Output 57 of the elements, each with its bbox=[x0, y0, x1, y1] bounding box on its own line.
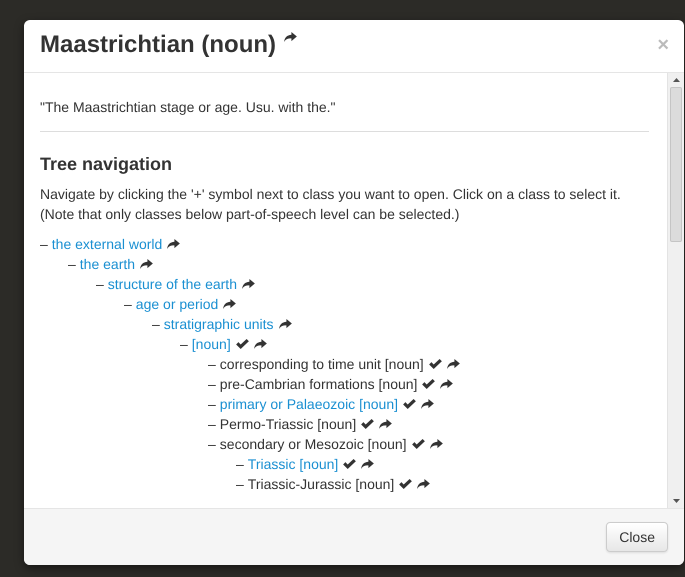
share-icon[interactable] bbox=[167, 239, 180, 249]
tree-bullet[interactable]: – bbox=[208, 434, 216, 454]
share-icon[interactable] bbox=[430, 439, 443, 449]
tree-node-label[interactable]: stratigraphic units bbox=[164, 314, 274, 334]
tree-node-label[interactable]: structure of the earth bbox=[108, 274, 237, 294]
close-button[interactable]: Close bbox=[606, 522, 668, 552]
share-icon[interactable] bbox=[417, 479, 430, 489]
check-icon[interactable] bbox=[236, 339, 249, 349]
tree-bullet[interactable]: – bbox=[68, 254, 76, 274]
scrollbar[interactable] bbox=[667, 73, 684, 508]
share-icon[interactable] bbox=[284, 32, 298, 42]
tree-node-label[interactable]: [noun] bbox=[192, 334, 231, 354]
share-icon[interactable] bbox=[223, 299, 236, 309]
check-icon[interactable] bbox=[422, 379, 436, 389]
tree-bullet[interactable]: – bbox=[208, 354, 216, 374]
check-icon[interactable] bbox=[399, 479, 412, 489]
tree-bullet[interactable]: – bbox=[208, 374, 216, 394]
scroll-down-icon[interactable] bbox=[672, 499, 680, 503]
scroll-up-icon[interactable] bbox=[672, 78, 680, 82]
tree-node-label[interactable]: Permo-Triassic [noun] bbox=[220, 414, 356, 434]
share-icon[interactable] bbox=[446, 359, 460, 369]
check-icon[interactable] bbox=[403, 399, 416, 409]
tree-bullet[interactable]: – bbox=[152, 314, 160, 334]
share-icon[interactable] bbox=[421, 399, 434, 409]
tree-bullet[interactable]: – bbox=[180, 334, 188, 354]
tree-bullet[interactable]: – bbox=[236, 454, 244, 474]
check-icon[interactable] bbox=[361, 419, 374, 429]
tree-node-label[interactable]: Triassic [noun] bbox=[248, 454, 338, 474]
tree-node-label[interactable]: primary or Palaeozoic [noun] bbox=[220, 394, 398, 414]
tree-node-label[interactable]: secondary or Mesozoic [noun] bbox=[220, 434, 407, 454]
section-heading: Tree navigation bbox=[40, 153, 174, 176]
share-icon[interactable] bbox=[379, 419, 392, 429]
tree-node-label[interactable]: the earth bbox=[80, 254, 136, 274]
tree-bullet[interactable]: – bbox=[124, 294, 132, 314]
tree-node-label[interactable]: corresponding to time unit [noun] bbox=[220, 354, 424, 374]
check-icon[interactable] bbox=[428, 359, 442, 369]
share-icon[interactable] bbox=[440, 379, 454, 389]
check-icon[interactable] bbox=[412, 439, 425, 449]
tree-bullet[interactable]: – bbox=[96, 274, 104, 294]
check-icon[interactable] bbox=[343, 459, 356, 469]
share-icon[interactable] bbox=[361, 459, 374, 469]
definition-text: "The Maastrichtian stage or age. Usu. with the." bbox=[40, 98, 337, 117]
tree-node-label[interactable]: pre-Cambrian formations [noun] bbox=[220, 374, 418, 394]
share-icon[interactable] bbox=[254, 339, 267, 349]
tree-bullet[interactable]: – bbox=[236, 474, 244, 494]
share-icon[interactable] bbox=[140, 259, 154, 269]
tree-node-label[interactable]: Triassic-Jurassic [noun] bbox=[248, 474, 394, 494]
tree-node-label[interactable]: age or period bbox=[136, 294, 218, 314]
instructions-text: Navigate by clicking the '+' symbol next to class you want to open. Click on a class to select it. (Note that only classes below part-of-speech level can be selected.) bbox=[40, 185, 622, 224]
tree-node-label[interactable]: the external world bbox=[52, 234, 162, 254]
tree-bullet[interactable]: – bbox=[208, 414, 216, 434]
tree-bullet[interactable]: – bbox=[208, 394, 216, 414]
dialog-title: Maastrichtian (noun) bbox=[40, 30, 276, 60]
tree-bullet[interactable]: – bbox=[40, 234, 48, 254]
share-icon[interactable] bbox=[278, 319, 292, 329]
scroll-thumb[interactable] bbox=[670, 87, 682, 242]
share-icon[interactable] bbox=[242, 279, 255, 289]
